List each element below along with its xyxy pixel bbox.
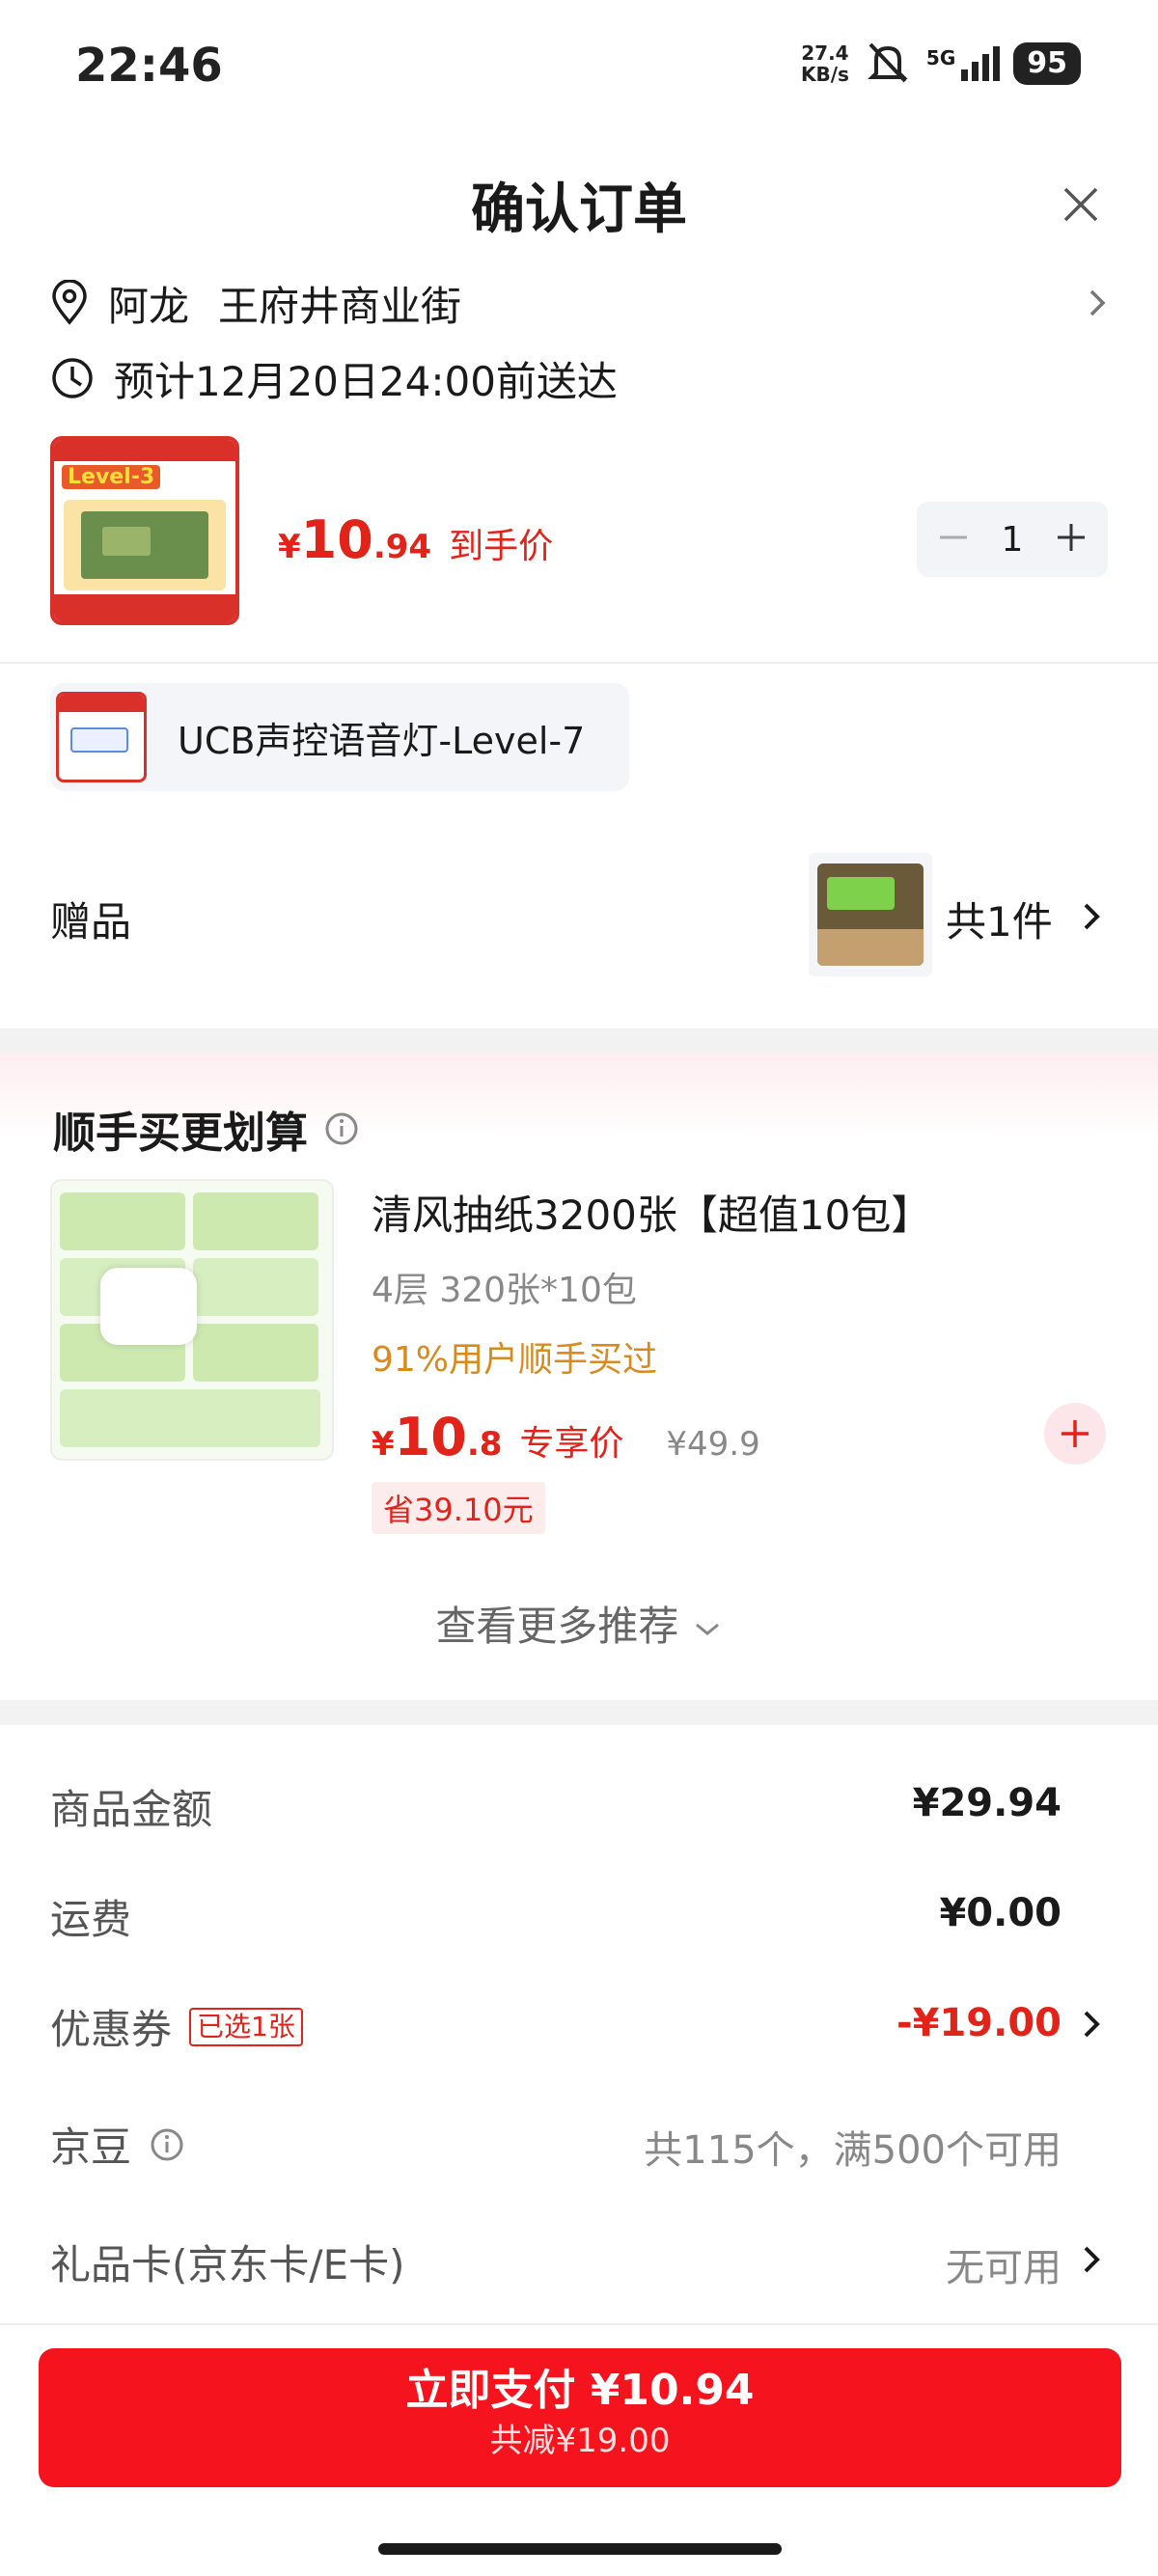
- jingdou-value: 共115个，满500个可用: [644, 2128, 1062, 2173]
- accessory-name: UCB声控语音灯-Level-7: [178, 719, 586, 762]
- pay-now-label: 立即支付 ¥10.94: [405, 2366, 755, 2415]
- chevron-right-icon[interactable]: [1079, 2240, 1104, 2279]
- giftcard-value[interactable]: 无可用: [946, 2236, 1062, 2292]
- recommendation-title-text: 顺手买更划算: [53, 1109, 308, 1158]
- info-icon[interactable]: [149, 2126, 185, 2163]
- gift-label: 赠品: [50, 898, 132, 945]
- shipping-value: ¥0.00: [939, 1891, 1062, 1935]
- accessory-item[interactable]: UCB声控语音灯-Level-7: [50, 683, 629, 791]
- page-title: 确认订单: [471, 178, 687, 241]
- close-button[interactable]: [1060, 183, 1102, 226]
- bell-muted-icon: [863, 39, 913, 89]
- chevron-right-icon: [1089, 289, 1106, 316]
- chevron-right-icon[interactable]: [1079, 2005, 1104, 2043]
- add-to-order-button[interactable]: [1044, 1403, 1106, 1465]
- net-speed-unit: KB/s: [800, 63, 849, 86]
- close-icon: [1063, 187, 1098, 222]
- recommendation-price: ¥ 10 .8 专享价 ¥49.9: [372, 1407, 760, 1467]
- address-row[interactable]: 阿龙 王府井商业街: [50, 274, 1112, 332]
- section-separator: [0, 1700, 1158, 1725]
- coupon-row[interactable]: 优惠券 已选1张: [50, 1997, 303, 2056]
- view-more-button[interactable]: 查看更多推荐: [0, 1594, 1158, 1653]
- clock-icon: [52, 358, 93, 398]
- location-pin-icon: [52, 280, 87, 325]
- coupon-selected-tag: 已选1张: [189, 2007, 303, 2046]
- quantity-value: 1: [1001, 519, 1024, 560]
- jingdou-row: 京豆: [50, 2115, 185, 2174]
- jingdou-label: 京豆: [50, 2124, 132, 2171]
- price-symbol: ¥: [372, 1425, 395, 1464]
- coupon-value[interactable]: -¥19.00: [896, 2001, 1062, 2045]
- chevron-right-icon[interactable]: [1079, 897, 1104, 936]
- increase-button[interactable]: [1054, 520, 1089, 559]
- plus-icon: [1062, 1420, 1089, 1447]
- divider: [0, 2323, 1158, 2325]
- product-price: ¥ 10 .94 到手价: [278, 509, 553, 570]
- delivery-row: 预计12月20日24:00前送达: [50, 349, 618, 407]
- recommendation-title: 顺手买更划算: [53, 1098, 360, 1160]
- price-label: 专享价: [519, 1424, 624, 1464]
- network-type: 5G: [925, 46, 956, 69]
- price-integer: 10: [300, 509, 373, 570]
- delivery-time: 预计12月20日24:00前送达: [114, 357, 618, 405]
- giftcard-label: 礼品卡(京东卡/E卡): [50, 2241, 405, 2288]
- product-image-badge: Level-3: [62, 465, 161, 489]
- accessory-image: [56, 692, 147, 782]
- address-name: 阿龙: [108, 282, 190, 330]
- goods-amount-value: ¥29.94: [912, 1781, 1062, 1825]
- decrease-button[interactable]: [936, 520, 971, 559]
- recommendation-item-name[interactable]: 清风抽纸3200张【超值10包】: [372, 1183, 931, 1242]
- price-symbol: ¥: [278, 528, 301, 566]
- recommendation-bought-text: 91%用户顺手买过: [372, 1340, 658, 1380]
- status-time: 22:46: [75, 39, 223, 93]
- product-image[interactable]: Level-3: [50, 436, 239, 625]
- status-icons: 27.4 KB/s 5G 95: [801, 37, 1081, 91]
- minus-icon: [940, 535, 967, 539]
- quantity-stepper: 1: [917, 502, 1108, 577]
- gift-count[interactable]: 共1件: [946, 890, 1053, 948]
- gift-image[interactable]: [809, 853, 932, 976]
- chevron-down-icon: [695, 1623, 719, 1635]
- pay-now-button[interactable]: 立即支付 ¥10.94 共减¥19.00: [39, 2348, 1121, 2487]
- coupon-label: 优惠券: [50, 2006, 173, 2053]
- divider: [0, 662, 1158, 664]
- original-price: ¥49.9: [666, 1425, 760, 1464]
- savings-badge: 省39.10元: [372, 1482, 545, 1534]
- section-separator: [0, 1028, 1158, 1054]
- address-street: 王府井商业街: [218, 282, 462, 330]
- goods-amount-label: 商品金额: [50, 1786, 213, 1833]
- shipping-label: 运费: [50, 1896, 132, 1943]
- price-integer: 10: [394, 1407, 467, 1467]
- recommendation-image[interactable]: [50, 1179, 334, 1461]
- product-image-box: [64, 500, 226, 590]
- price-label: 到手价: [449, 527, 554, 566]
- pay-discount-label: 共减¥19.00: [489, 2422, 671, 2460]
- price-decimal: .8: [466, 1425, 503, 1464]
- status-bar: 22:46 27.4 KB/s 5G 95: [0, 0, 1158, 130]
- net-speed: 27.4 KB/s: [801, 42, 849, 85]
- plus-icon: [1058, 524, 1085, 551]
- view-more-label: 查看更多推荐: [435, 1603, 679, 1650]
- home-indicator[interactable]: [378, 2543, 782, 2555]
- product-image-topband: [54, 440, 235, 461]
- battery-icon: 95: [1013, 42, 1081, 85]
- net-speed-value: 27.4: [801, 41, 849, 65]
- signal-5g-icon: 5G: [925, 46, 1001, 81]
- price-decimal: .94: [372, 528, 432, 566]
- recommendation-item-spec: 4层 320张*10包: [372, 1271, 637, 1310]
- info-icon[interactable]: [323, 1110, 360, 1147]
